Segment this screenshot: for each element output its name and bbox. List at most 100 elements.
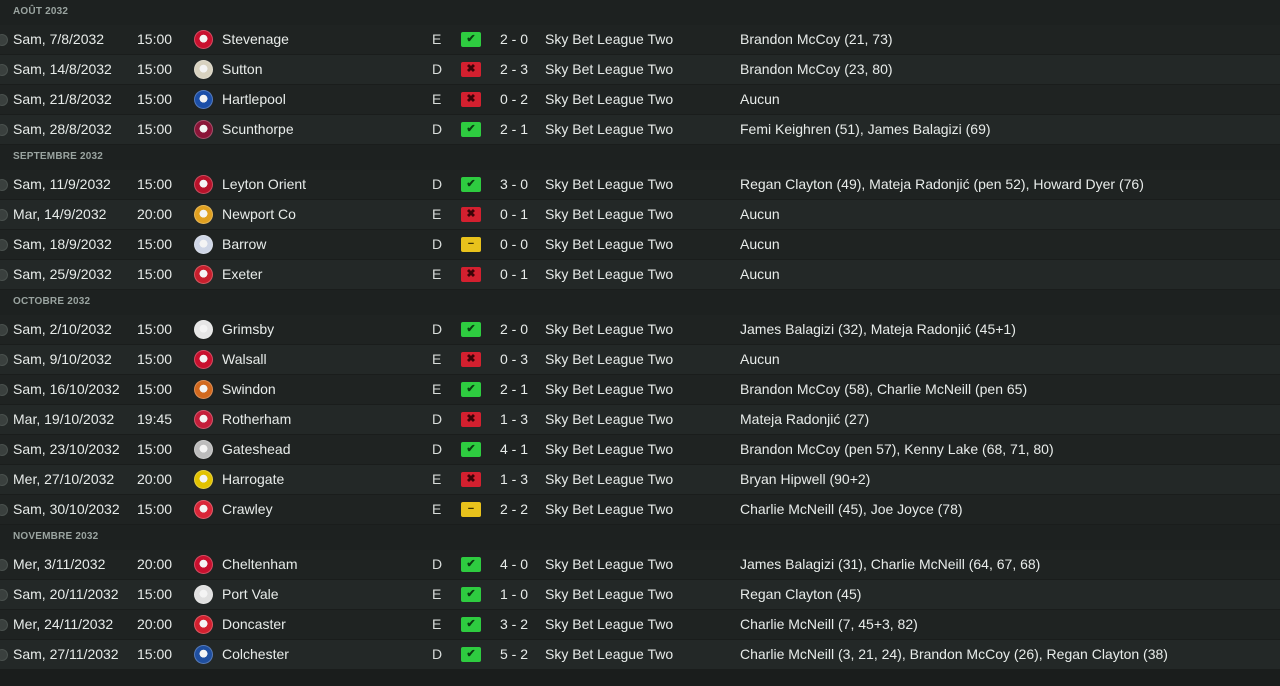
match-score[interactable]: 1 - 3 (490, 405, 538, 434)
fixture-row[interactable]: Sam, 18/9/2032 15:00 Barrow D −0 - 0 Sky Bet … (0, 230, 1280, 259)
match-date[interactable]: Mar, 19/10/2032 (13, 405, 114, 434)
opponent-name[interactable]: Colchester (222, 640, 289, 669)
match-score[interactable]: 4 - 0 (490, 550, 538, 579)
match-score[interactable]: 0 - 1 (490, 260, 538, 289)
competition-name[interactable]: Sky Bet League Two (545, 465, 673, 494)
opponent-name[interactable]: Gateshead (222, 435, 291, 464)
fixture-row[interactable]: Sam, 30/10/2032 15:00 Crawley E −2 - 2 Sky Be… (0, 495, 1280, 524)
match-date[interactable]: Sam, 28/8/2032 (13, 115, 112, 144)
team-crest-icon[interactable] (194, 645, 213, 664)
opponent-name[interactable]: Stevenage (222, 25, 289, 54)
fixture-row[interactable]: Sam, 27/11/2032 15:00 Colchester D ✔ 5 - 2 Sky… (0, 640, 1280, 669)
row-select-dot[interactable] (0, 474, 8, 486)
match-date[interactable]: Mer, 3/11/2032 (13, 550, 105, 579)
fixture-row[interactable]: Mer, 27/10/2032 20:00 Harrogate E ✖ 1 - 3 Sky … (0, 465, 1280, 494)
row-select-dot[interactable] (0, 179, 8, 191)
competition-name[interactable]: Sky Bet League Two (545, 200, 673, 229)
competition-name[interactable]: Sky Bet League Two (545, 55, 673, 84)
match-score[interactable]: 3 - 0 (490, 170, 538, 199)
match-score[interactable]: 2 - 0 (490, 25, 538, 54)
opponent-name[interactable]: Rotherham (222, 405, 291, 434)
fixture-row[interactable]: Sam, 2/10/2032 15:00 Grimsby D ✔ 2 - 0 Sky Bet… (0, 315, 1280, 344)
competition-name[interactable]: Sky Bet League Two (545, 170, 673, 199)
row-select-dot[interactable] (0, 589, 8, 601)
team-crest-icon[interactable] (194, 30, 213, 49)
opponent-name[interactable]: Hartlepool (222, 85, 286, 114)
row-select-dot[interactable] (0, 34, 8, 46)
team-crest-icon[interactable] (194, 500, 213, 519)
match-date[interactable]: Sam, 7/8/2032 (13, 25, 104, 54)
fixture-row[interactable]: Sam, 14/8/2032 15:00 Sutton D ✖ 2 - 3 Sky Bet … (0, 55, 1280, 84)
opponent-name[interactable]: Port Vale (222, 580, 279, 609)
team-crest-icon[interactable] (194, 615, 213, 634)
match-score[interactable]: 2 - 3 (490, 55, 538, 84)
competition-name[interactable]: Sky Bet League Two (545, 25, 673, 54)
row-select-dot[interactable] (0, 354, 8, 366)
opponent-name[interactable]: Crawley (222, 495, 273, 524)
match-date[interactable]: Sam, 2/10/2032 (13, 315, 112, 344)
fixture-row[interactable]: Sam, 9/10/2032 15:00 Walsall E ✖ 0 - 3 Sky Bet… (0, 345, 1280, 374)
row-select-dot[interactable] (0, 559, 8, 571)
match-score[interactable]: 3 - 2 (490, 610, 538, 639)
row-select-dot[interactable] (0, 384, 8, 396)
opponent-name[interactable]: Leyton Orient (222, 170, 306, 199)
team-crest-icon[interactable] (194, 380, 213, 399)
row-select-dot[interactable] (0, 444, 8, 456)
row-select-dot[interactable] (0, 504, 8, 516)
fixture-row[interactable]: Sam, 23/10/2032 15:00 Gateshead D ✔ 4 - 1 Sky … (0, 435, 1280, 464)
competition-name[interactable]: Sky Bet League Two (545, 315, 673, 344)
competition-name[interactable]: Sky Bet League Two (545, 640, 673, 669)
team-crest-icon[interactable] (194, 440, 213, 459)
row-select-dot[interactable] (0, 209, 8, 221)
competition-name[interactable]: Sky Bet League Two (545, 260, 673, 289)
competition-name[interactable]: Sky Bet League Two (545, 550, 673, 579)
match-score[interactable]: 2 - 2 (490, 495, 538, 524)
fixture-row[interactable]: Sam, 21/8/2032 15:00 Hartlepool E ✖ 0 - 2 Sky … (0, 85, 1280, 114)
match-date[interactable]: Sam, 23/10/2032 (13, 435, 120, 464)
opponent-name[interactable]: Swindon (222, 375, 276, 404)
fixture-row[interactable]: Sam, 16/10/2032 15:00 Swindon E ✔ 2 - 1 Sky Be… (0, 375, 1280, 404)
row-select-dot[interactable] (0, 94, 8, 106)
fixture-row[interactable]: Sam, 11/9/2032 15:00 Leyton Orient D ✔ 3 - 0S… (0, 170, 1280, 199)
competition-name[interactable]: Sky Bet League Two (545, 115, 673, 144)
match-date[interactable]: Sam, 18/9/2032 (13, 230, 112, 259)
fixture-row[interactable]: Sam, 25/9/2032 15:00 Exeter E ✖ 0 - 1 Sky Bet … (0, 260, 1280, 289)
opponent-name[interactable]: Scunthorpe (222, 115, 294, 144)
match-score[interactable]: 0 - 2 (490, 85, 538, 114)
row-select-dot[interactable] (0, 269, 8, 281)
opponent-name[interactable]: Grimsby (222, 315, 274, 344)
match-date[interactable]: Sam, 14/8/2032 (13, 55, 112, 84)
competition-name[interactable]: Sky Bet League Two (545, 345, 673, 374)
competition-name[interactable]: Sky Bet League Two (545, 435, 673, 464)
match-score[interactable]: 4 - 1 (490, 435, 538, 464)
match-score[interactable]: 0 - 1 (490, 200, 538, 229)
fixture-row[interactable]: Mar, 14/9/2032 20:00 Newport Co E ✖ 0 - 1 Sky … (0, 200, 1280, 229)
row-select-dot[interactable] (0, 64, 8, 76)
competition-name[interactable]: Sky Bet League Two (545, 375, 673, 404)
team-crest-icon[interactable] (194, 205, 213, 224)
team-crest-icon[interactable] (194, 235, 213, 254)
match-date[interactable]: Sam, 30/10/2032 (13, 495, 120, 524)
row-select-dot[interactable] (0, 239, 8, 251)
competition-name[interactable]: Sky Bet League Two (545, 495, 673, 524)
match-date[interactable]: Sam, 16/10/2032 (13, 375, 120, 404)
fixture-row[interactable]: Sam, 28/8/2032 15:00 Scunthorpe D ✔ 2 - 1 Sky … (0, 115, 1280, 144)
team-crest-icon[interactable] (194, 585, 213, 604)
team-crest-icon[interactable] (194, 320, 213, 339)
competition-name[interactable]: Sky Bet League Two (545, 230, 673, 259)
team-crest-icon[interactable] (194, 410, 213, 429)
team-crest-icon[interactable] (194, 555, 213, 574)
team-crest-icon[interactable] (194, 265, 213, 284)
match-score[interactable]: 1 - 0 (490, 580, 538, 609)
team-crest-icon[interactable] (194, 90, 213, 109)
competition-name[interactable]: Sky Bet League Two (545, 610, 673, 639)
fixture-row[interactable]: Sam, 7/8/2032 15:00 Stevenage E ✔ 2 - 0 Sky Be… (0, 25, 1280, 54)
fixture-row[interactable]: Sam, 20/11/2032 15:00 Port Vale E ✔ 1 - 0 Sky … (0, 580, 1280, 609)
team-crest-icon[interactable] (194, 120, 213, 139)
match-date[interactable]: Mer, 27/10/2032 (13, 465, 114, 494)
match-score[interactable]: 0 - 0 (490, 230, 538, 259)
fixture-row[interactable]: Mer, 3/11/2032 20:00 Cheltenham D ✔ 4 - 0 Sky … (0, 550, 1280, 579)
match-score[interactable]: 5 - 2 (490, 640, 538, 669)
opponent-name[interactable]: Sutton (222, 55, 262, 84)
match-date[interactable]: Sam, 9/10/2032 (13, 345, 112, 374)
